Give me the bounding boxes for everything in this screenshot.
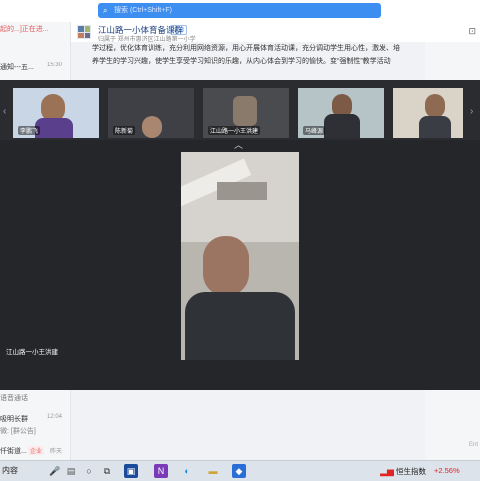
main-video[interactable] <box>181 152 299 360</box>
main-speaker-name: 江山路一小王洪建 <box>6 349 58 356</box>
scroll-right-icon[interactable]: › <box>470 106 473 117</box>
search-icon: ⌕ <box>103 6 108 15</box>
participant-name: 江山路一小王洪建 <box>208 126 261 135</box>
conversation-preview-text: 微: [群公告] <box>0 428 36 435</box>
taskbar-label: 内容 <box>2 466 18 475</box>
conversation-preview: 语音通话 <box>0 395 28 402</box>
participant-name: 李鹏飞 <box>18 126 41 135</box>
participant-strip: ‹ 李鹏飞 陈新菊 江山路一小王洪建 马峰源 › <box>0 80 480 140</box>
task-view-icon[interactable]: ⧉ <box>100 464 114 478</box>
conversation-item[interactable]: 仟街道... 企业 昨天 <box>0 446 70 456</box>
chat-line: 学过程，优化体育训练，充分利用网络资源，用心开展体育活动课，充分调动学生用心性，… <box>92 45 400 52</box>
more-icon[interactable]: ⊡ <box>468 26 476 37</box>
stock-change: +2.56% <box>434 466 460 475</box>
mic-icon[interactable]: 🎤 <box>48 464 62 478</box>
conversation-title: 仟街道... <box>0 448 27 455</box>
edge-icon[interactable]: ◐ <box>180 464 194 478</box>
cortana-icon[interactable]: ○ <box>82 464 96 478</box>
conversation-time: 昨天 <box>49 449 62 455</box>
folder-icon[interactable]: ▬ <box>206 464 220 478</box>
conversation-title: 通知---五... <box>0 64 34 71</box>
search-placeholder: 搜索 (Ctrl+Shift+F) <box>114 7 172 14</box>
onenote-icon[interactable]: N <box>154 464 168 478</box>
search-input[interactable]: ⌕ 搜索 (Ctrl+Shift+F) <box>98 3 381 18</box>
group-avatar[interactable] <box>77 25 91 39</box>
participant-tile[interactable]: 陈新菊 <box>108 88 194 138</box>
conversation-preview: 微: [群公告] <box>0 426 36 436</box>
conversation-item[interactable]: 起的...]正在进... <box>0 24 70 34</box>
conversation-item[interactable]: 吸明长群 12:04 <box>0 414 70 424</box>
participant-tile[interactable]: 李鹏飞 <box>13 88 99 138</box>
chat-header: 江山路一小体育备课群 内部 归属于 郑州市惠济区江山路第一小学 ⊡ <box>71 22 480 43</box>
video-call-window: ‹ 李鹏飞 陈新菊 江山路一小王洪建 马峰源 › ︿ 江山路一小王洪建 <box>0 80 480 390</box>
stock-name[interactable]: 恒生指数 <box>396 466 426 477</box>
right-hint: Ent <box>468 442 478 448</box>
dingtalk-icon[interactable]: ◆ <box>232 464 246 478</box>
taskbar: 内容 🎤 ▤ ○ ⧉ ▣ N ◐ ▬ ◆ ▂▅ 恒生指数 +2.56% <box>0 460 480 481</box>
conversation-time: 15:30 <box>46 62 62 68</box>
chat-message: 学过程，优化体育训练，充分利用网络资源，用心开展体育活动课，充分调动学生用心性，… <box>92 42 422 68</box>
chat-line: 养学生的学习兴趣，使学生享受学习知识的乐趣，从内心体会到学习的愉快。变“强制性”… <box>92 58 391 65</box>
stock-chart-icon[interactable]: ▂▅ <box>380 464 394 478</box>
scroll-left-icon[interactable]: ‹ <box>3 106 6 117</box>
enterprise-badge: 企业 <box>28 446 45 455</box>
participant-name: 陈新菊 <box>113 126 136 135</box>
collapse-strip-icon[interactable]: ︿ <box>234 138 243 151</box>
participant-tile[interactable] <box>393 88 463 138</box>
conversation-title: 起的...]正在进... <box>0 26 49 33</box>
conversation-item[interactable]: 通知---五... 15:30 <box>0 62 70 72</box>
app-icon[interactable]: ▤ <box>64 464 78 478</box>
top-bar: ⌕ 搜索 (Ctrl+Shift+F) <box>0 0 480 22</box>
participant-name: 马峰源 <box>303 126 326 135</box>
conversation-title: 吸明长群 <box>0 416 28 423</box>
conversation-time: 12:04 <box>46 414 62 420</box>
participant-tile[interactable]: 江山路一小王洪建 <box>203 88 289 138</box>
participant-tile[interactable]: 马峰源 <box>298 88 384 138</box>
app-icon[interactable]: ▣ <box>124 464 138 478</box>
conversation-item[interactable]: 语音通话 <box>0 393 28 403</box>
